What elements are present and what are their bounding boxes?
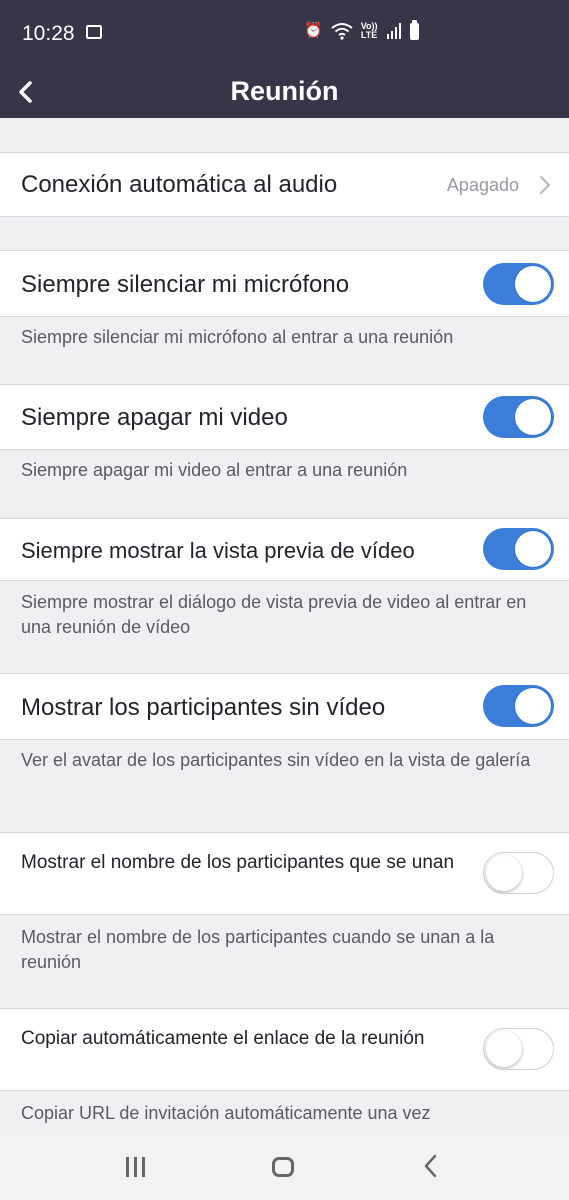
toggle-knob bbox=[486, 855, 522, 891]
setting-label-show-no-video: Mostrar los participantes sin vídeo bbox=[21, 694, 386, 721]
setting-label-mute-mic: Siempre silenciar mi micrófono bbox=[21, 271, 350, 298]
setting-row-show-join-names: Mostrar el nombre de los participantes q… bbox=[0, 832, 569, 915]
toggle-knob bbox=[515, 688, 551, 724]
setting-desc-show-join-names: Mostrar el nombre de los participantes c… bbox=[21, 927, 495, 972]
toggle-knob bbox=[515, 266, 551, 302]
setting-label-video-preview: Siempre mostrar la vista previa de vídeo bbox=[21, 538, 415, 563]
setting-desc-video-off: Siempre apagar mi video al entrar a una … bbox=[21, 460, 408, 480]
system-nav-bar bbox=[0, 1133, 569, 1200]
setting-desc-mute-mic: Siempre silenciar mi micrófono al entrar… bbox=[21, 327, 454, 347]
mute-mic-toggle[interactable] bbox=[483, 263, 554, 305]
volte-icon: Vo)) LTE bbox=[361, 22, 378, 40]
setting-value-audio: Apagado bbox=[446, 175, 519, 195]
volte-bottom-label: LTE bbox=[360, 30, 378, 40]
toggle-knob bbox=[515, 531, 551, 567]
image-icon bbox=[86, 25, 102, 39]
setting-row-video-preview: Siempre mostrar la vista previa de vídeo bbox=[0, 518, 569, 581]
setting-desc-video-preview: Siempre mostrar el diálogo de vista prev… bbox=[21, 592, 527, 637]
chevron-right-icon bbox=[540, 176, 551, 194]
setting-row-audio[interactable]: Conexión automática al audio Apagado bbox=[0, 152, 569, 217]
copy-link-toggle[interactable] bbox=[483, 1028, 554, 1070]
setting-label-audio: Conexión automática al audio bbox=[21, 171, 338, 198]
setting-label-show-join-names: Mostrar el nombre de los participantes q… bbox=[21, 852, 455, 873]
alarm-icon: ⏰ bbox=[304, 22, 323, 39]
toggle-knob bbox=[515, 399, 551, 435]
status-bar: 10:28 ⏰ Vo)) LTE bbox=[0, 0, 569, 66]
setting-desc-copy-link: Copiar URL de invitación automáticamente… bbox=[21, 1103, 431, 1123]
page-title: Reunión bbox=[230, 76, 339, 106]
status-time: 10:28 bbox=[22, 22, 75, 45]
setting-row-show-no-video: Mostrar los participantes sin vídeo bbox=[0, 673, 569, 740]
video-off-toggle[interactable] bbox=[483, 396, 554, 438]
setting-row-video-off: Siempre apagar mi video bbox=[0, 384, 569, 450]
show-join-names-toggle[interactable] bbox=[483, 852, 554, 894]
wifi-icon bbox=[331, 23, 353, 40]
toggle-knob bbox=[486, 1031, 522, 1067]
setting-row-copy-link: Copiar automáticamente el enlace de la r… bbox=[0, 1008, 569, 1091]
app-bar: Reunión bbox=[0, 66, 569, 118]
setting-label-video-off: Siempre apagar mi video bbox=[21, 404, 288, 431]
back-icon[interactable] bbox=[420, 1153, 442, 1179]
video-preview-toggle[interactable] bbox=[483, 528, 554, 570]
show-no-video-toggle[interactable] bbox=[483, 685, 554, 727]
setting-row-mute-mic: Siempre silenciar mi micrófono bbox=[0, 250, 569, 317]
setting-desc-show-no-video: Ver el avatar de los participantes sin v… bbox=[21, 750, 531, 770]
setting-label-copy-link: Copiar automáticamente el enlace de la r… bbox=[21, 1028, 425, 1049]
recent-apps-icon[interactable] bbox=[124, 1157, 148, 1177]
home-icon[interactable] bbox=[272, 1157, 294, 1177]
status-icons: ⏰ Vo)) LTE bbox=[304, 19, 419, 40]
battery-icon bbox=[409, 19, 419, 40]
signal-icon bbox=[386, 23, 401, 39]
